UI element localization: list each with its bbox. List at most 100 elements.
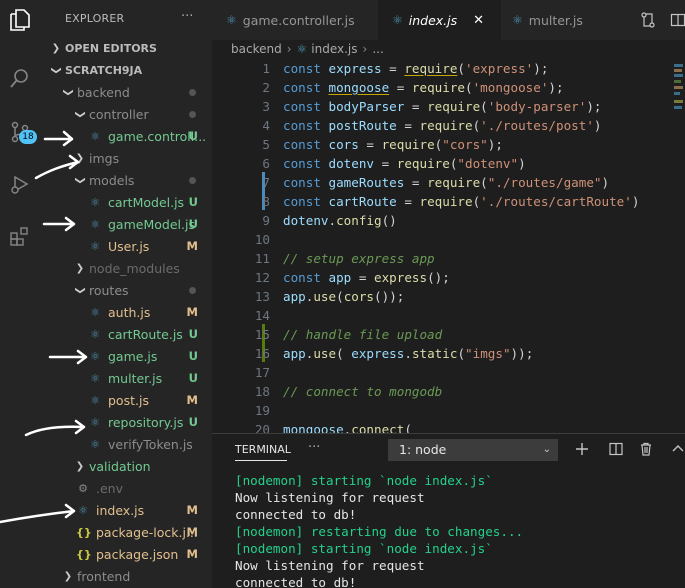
line-number: 4 [262,118,270,133]
explorer-title: EXPLORER [65,12,125,25]
code-token: ); [548,80,564,95]
editor-tabs: ⚛ game.controller.js ⚛ index.js ✕ ⚛ mult… [212,0,685,40]
open-editors-section[interactable]: ❯ OPEN EDITORS [40,37,212,59]
code-token: ) [631,194,640,209]
explorer-icon[interactable] [6,6,34,34]
code-token: const [283,80,329,95]
code-line: 16 app.use( express.static("imgs")); [212,344,672,363]
active-tab-indicator [235,460,287,461]
file-item[interactable]: ⚛ cartRoute.js U [40,323,212,345]
tab-multer-js[interactable]: ⚛ multer.js [512,0,583,40]
folder-item[interactable]: ❯ routes [40,279,212,301]
file-item[interactable]: ⚛ game.js U [40,345,212,367]
code-line: 8 const cartRoute = require('./routes/car… [212,192,672,211]
code-token: mongoose [283,422,344,433]
breadcrumb-file[interactable]: index.js [311,42,357,56]
code-token: const [283,137,329,152]
panel-more-actions[interactable]: ··· [308,440,320,455]
folder-item[interactable]: ❯ validation [40,455,212,477]
code-token: require [427,175,481,190]
file-item[interactable]: ⚛ cartModel.js U [40,191,212,213]
folder-item[interactable]: ❯ backend [40,81,212,103]
file-item[interactable]: ⚛ post.js M [40,389,212,411]
code-line: 18 // connect to mongodb [212,382,672,401]
terminal-line: connected to db! [235,575,357,588]
folder-item[interactable]: ❯ frontend [40,565,212,587]
new-terminal-icon[interactable] [572,438,592,460]
code-token: ()); [374,289,405,304]
code-token: () [381,213,397,228]
react-icon: ⚛ [90,371,100,385]
git-status-badge: U [188,195,198,209]
code-token: require [404,61,458,76]
file-item[interactable]: ⚛ User.js M [40,235,212,257]
trash-icon[interactable] [636,438,656,460]
file-item[interactable]: ⚛ auth.js M [40,301,212,323]
code-token: ( [480,99,488,114]
code-token: './routes/cartRoute' [480,194,632,209]
code-content: const cartRoute = require('./routes/cart… [283,192,639,211]
react-icon: ⚛ [512,13,523,27]
file-item[interactable]: ⚛ repository.js U [40,411,212,433]
code-content: const cors = require("cors"); [283,135,503,154]
activity-bar: 18 [0,0,40,588]
terminal-line: [nodemon] starting `node index.js` [235,473,493,488]
file-item[interactable]: ⚛ gameModel.js U [40,213,212,235]
code-content: mongoose.connect( [283,420,412,433]
file-item[interactable]: ⚛ multer.js U [40,367,212,389]
code-token: = [396,118,420,133]
react-icon: ⚛ [90,129,100,143]
tree-item-label: verifyToken.js [108,436,193,452]
file-item[interactable]: ⚙ .env [40,477,212,499]
folder-item[interactable]: ❯ node_modules [40,257,212,279]
code-editor[interactable]: 1 const express = require('express'); 2 con… [212,58,672,433]
file-item[interactable]: {} package.json M [40,543,212,565]
code-token: ); [487,137,503,152]
code-token: = [358,137,382,152]
code-token: require [419,194,473,209]
folder-item[interactable]: ❯ models [40,169,212,191]
terminal-select[interactable]: 1: node ⌄ [388,439,558,461]
tree-item-label: package.json [96,546,179,562]
line-number: 20 [254,422,270,433]
breadcrumb-rest[interactable]: ... [372,42,383,56]
folder-item[interactable]: ❯ controller [40,103,212,125]
tree-item-label: cartModel.js [108,194,185,210]
code-token: "./routes/game" [487,175,602,190]
file-item[interactable]: {} package-lock.j... M [40,521,212,543]
open-changes-icon[interactable] [638,9,658,31]
code-line: 11 // setup express app [212,249,672,268]
run-debug-icon[interactable] [6,170,34,198]
file-item[interactable]: ⚛ index.js M [40,499,212,521]
tab-game-controller[interactable]: ⚛ game.controller.js [226,0,355,40]
search-icon[interactable] [6,64,34,92]
file-item[interactable]: ⚛ game.controll... U [40,125,212,147]
tree-item-label: gameModel.js [108,216,195,232]
minimap[interactable] [672,58,685,433]
folder-item[interactable]: ❯ imgs [40,147,212,169]
extensions-icon[interactable] [6,222,34,250]
code-token: ( [404,422,412,433]
maximize-panel-icon[interactable] [668,438,685,460]
chevron-down-icon: ❯ [74,175,86,185]
code-token: app [283,289,306,304]
split-terminal-icon[interactable] [606,438,626,460]
breadcrumb-folder[interactable]: backend [231,42,282,56]
split-editor-icon[interactable] [668,9,685,31]
line-number: 12 [254,270,270,285]
git-status-badge: M [186,525,198,539]
code-line: 15 // handle file upload [212,325,672,344]
chevron-right-icon: › [362,42,368,56]
file-item[interactable]: ⚛ verifyToken.js [40,433,212,455]
chevron-right-icon: ❯ [75,262,85,274]
tab-label: multer.js [528,12,583,28]
workspace-section[interactable]: ❯ SCRATCH9JA [40,59,212,81]
tree-item-label: .env [96,480,123,496]
code-token: postRoute [328,118,397,133]
explorer-more-actions[interactable]: ··· [181,9,193,24]
modified-dot-icon [189,176,196,184]
tab-terminal[interactable]: TERMINAL [235,443,291,456]
code-token: require [427,99,481,114]
tab-index-js[interactable]: ⚛ index.js ✕ [378,0,501,40]
close-icon[interactable]: ✕ [473,13,484,28]
